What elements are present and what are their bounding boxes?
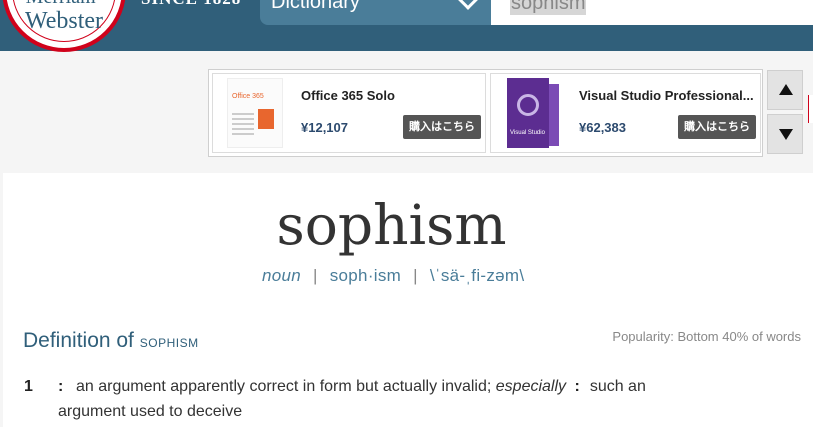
buy-button[interactable]: 購入はこちら — [403, 115, 481, 139]
definition-heading-word: sophism — [139, 332, 199, 351]
visual-studio-product-image: Visual Studio — [505, 78, 561, 148]
definition-text-line2: argument used to deceive — [58, 403, 243, 420]
product-image-label: Visual Studio — [510, 130, 545, 136]
carousel-down-button[interactable] — [767, 114, 803, 154]
definition-heading-label: Definition of — [23, 329, 134, 352]
ad-product-name[interactable]: Visual Studio Professional... — [579, 88, 759, 103]
since-tagline: SINCE 1828 — [141, 0, 241, 9]
product-image-lines — [232, 113, 254, 115]
product-box-side — [549, 84, 559, 146]
sense-colon: : — [58, 378, 64, 395]
definition-colon: : — [570, 378, 580, 395]
buy-button[interactable]: 購入はこちら — [678, 115, 756, 139]
headword: sophism — [276, 193, 507, 257]
merriam-webster-logo[interactable]: Merriam- Webster — [2, 0, 126, 52]
dictionary-select[interactable]: Dictionary — [260, 0, 491, 25]
pronunciation[interactable]: \ˈsä-ˌfi-zəm\ — [430, 266, 525, 285]
search-input-value: sophism — [510, 0, 587, 15]
logo-text-line2: Webster — [24, 8, 104, 34]
office-logo-icon — [258, 109, 274, 129]
ad-product-name[interactable]: Office 365 Solo — [301, 88, 451, 103]
separator: | — [313, 266, 318, 285]
product-image-label: Office 365 — [232, 93, 264, 100]
visual-studio-logo-icon — [517, 94, 539, 116]
triangle-down-icon — [779, 129, 793, 140]
definition-heading: Definition of sophism — [23, 329, 199, 353]
ad-item-visual-studio[interactable]: Visual Studio Visual Studio Professional… — [490, 73, 761, 153]
part-of-speech-link[interactable]: noun — [262, 266, 301, 285]
carousel-up-button[interactable] — [767, 70, 803, 110]
definition-text-b: such an — [589, 378, 646, 395]
separator: | — [413, 266, 418, 285]
ad-product-price: ¥12,107 — [301, 120, 348, 135]
dictionary-select-label: Dictionary — [271, 0, 360, 13]
syllables: soph·ism — [329, 266, 402, 285]
ad-carousel: Office 365 Office 365 Solo ¥12,107 購入はこち… — [208, 69, 763, 157]
chevron-down-icon — [458, 0, 478, 10]
office-365-product-image: Office 365 — [227, 78, 283, 148]
site-header: Merriam- Webster SINCE 1828 Dictionary s… — [0, 0, 813, 52]
ad-item-office365[interactable]: Office 365 Office 365 Solo ¥12,107 購入はこち… — [212, 73, 486, 153]
side-edge-tab[interactable] — [808, 95, 813, 123]
triangle-up-icon — [779, 84, 793, 95]
sense-number: 1 — [24, 378, 33, 395]
popularity-indicator: Popularity: Bottom 40% of words — [612, 329, 801, 344]
definition-text-a: an argument apparently correct in form b… — [76, 378, 496, 395]
search-input[interactable]: sophism — [491, 0, 813, 25]
ad-product-price: ¥62,383 — [579, 120, 626, 135]
definition-emphasis: especially — [495, 378, 567, 395]
pronunciation-line: noun | soph·ism | \ˈsä-ˌfi-zəm\ — [262, 266, 524, 286]
definition-text: an argument apparently correct in form b… — [76, 378, 646, 396]
